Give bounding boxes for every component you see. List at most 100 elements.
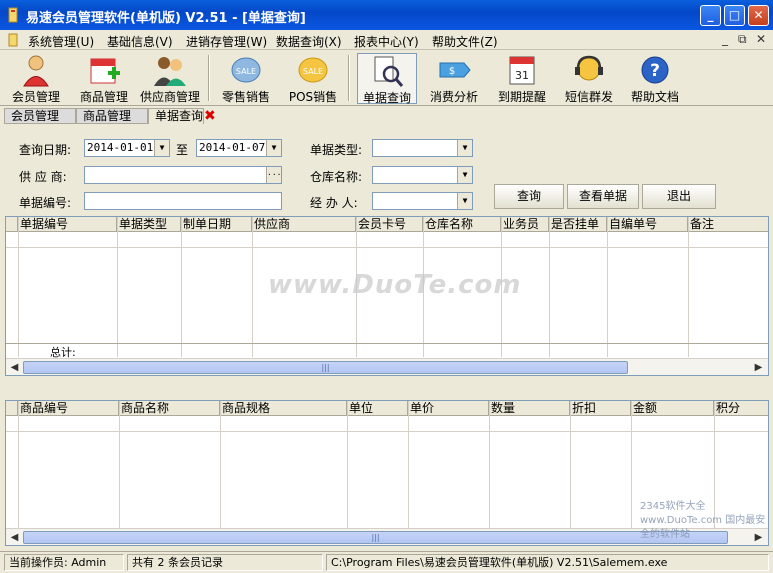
col-product-no[interactable]: 商品编号 bbox=[18, 401, 119, 416]
grid-line bbox=[631, 401, 632, 529]
toolbar-sms-label: 短信群发 bbox=[564, 90, 613, 104]
menu-data-query[interactable]: 数据查询(X) bbox=[276, 33, 342, 50]
toolbar-consume-analysis-button[interactable]: $ 消费分析 bbox=[425, 53, 483, 104]
mdi-tab-strip: 会员管理 商品管理 单据查询 bbox=[0, 107, 773, 125]
col-doc-type[interactable]: 单据类型 bbox=[117, 217, 181, 232]
view-doc-button[interactable]: 查看单据 bbox=[567, 184, 639, 209]
items-grid-header: 商品编号 商品名称 商品规格 单位 单价 数量 折扣 金额 积分 bbox=[6, 401, 768, 416]
minimize-button[interactable]: _ bbox=[700, 5, 721, 26]
tab-close-icon[interactable]: ✖ bbox=[204, 108, 216, 124]
date-from-picker[interactable]: 2014-01-01 ▼ bbox=[84, 139, 170, 157]
col-create-date[interactable]: 制单日期 bbox=[181, 217, 252, 232]
grid-line bbox=[570, 401, 571, 529]
mdi-restore-button[interactable]: ⧉ bbox=[738, 32, 747, 47]
tab-goods-management[interactable]: 商品管理 bbox=[76, 108, 148, 124]
warehouse-label: 仓库名称: bbox=[310, 170, 363, 184]
mdi-close-button[interactable]: ✕ bbox=[756, 32, 766, 46]
scroll-left-icon[interactable]: ◀ bbox=[7, 360, 22, 375]
toolbar-doc-query-button[interactable]: 单据查询 bbox=[357, 53, 417, 105]
date-to-picker[interactable]: 2014-01-07 ▼ bbox=[196, 139, 282, 157]
mdi-minimize-button[interactable]: _ bbox=[722, 32, 728, 46]
documents-hscrollbar[interactable]: ◀ ||| ▶ bbox=[6, 358, 768, 375]
scroll-left-icon[interactable]: ◀ bbox=[7, 530, 22, 545]
date-from-value: 2014-01-01 bbox=[87, 141, 154, 154]
col-warehouse[interactable]: 仓库名称 bbox=[423, 217, 501, 232]
handler-label: 经 办 人: bbox=[310, 196, 358, 210]
toolbar-member-button[interactable]: 会员管理 bbox=[6, 53, 66, 104]
row-indicator-header bbox=[6, 401, 18, 416]
svg-text:31: 31 bbox=[515, 69, 529, 82]
close-button[interactable]: ✕ bbox=[748, 5, 769, 26]
scroll-right-icon[interactable]: ▶ bbox=[751, 360, 766, 375]
col-custom-no[interactable]: 自编单号 bbox=[607, 217, 688, 232]
col-points[interactable]: 积分 bbox=[714, 401, 768, 416]
menu-inventory[interactable]: 进销存管理(W) bbox=[186, 33, 267, 50]
toolbar-expiry-reminder-button[interactable]: 31 到期提醒 bbox=[493, 53, 551, 104]
toolbar-goods-button[interactable]: 商品管理 bbox=[74, 53, 134, 104]
tab-doc-query[interactable]: 单据查询 bbox=[148, 108, 204, 124]
watermark-text: www.DuoTe.com bbox=[268, 270, 522, 300]
toolbar-pos-sale-button[interactable]: SALE POS销售 bbox=[285, 53, 341, 104]
menu-bar: 系统管理(U) 基础信息(V) 进销存管理(W) 数据查询(X) 报表中心(Y)… bbox=[0, 30, 773, 50]
col-doc-no[interactable]: 单据编号 bbox=[18, 217, 117, 232]
svg-text:?: ? bbox=[650, 61, 660, 81]
date-from-dropdown-icon[interactable]: ▼ bbox=[154, 140, 169, 156]
items-scroll-thumb[interactable]: ||| bbox=[23, 531, 728, 544]
menu-help[interactable]: 帮助文件(Z) bbox=[432, 33, 498, 50]
maximize-button[interactable]: □ bbox=[724, 5, 745, 26]
col-remark[interactable]: 备注 bbox=[688, 217, 768, 232]
toolbar-sms-button[interactable]: 短信群发 bbox=[560, 53, 618, 104]
svg-text:SALE: SALE bbox=[236, 67, 256, 76]
toolbar-supplier-button[interactable]: 供应商管理 bbox=[137, 53, 203, 104]
col-unit[interactable]: 单位 bbox=[347, 401, 408, 416]
consume-analysis-icon: $ bbox=[439, 62, 471, 78]
svg-text:SALE: SALE bbox=[303, 67, 323, 76]
warehouse-select[interactable]: ▼ bbox=[372, 166, 473, 184]
handler-select[interactable]: ▼ bbox=[372, 192, 473, 210]
menu-system[interactable]: 系统管理(U) bbox=[28, 33, 94, 50]
grid-line bbox=[18, 401, 19, 529]
handler-dropdown-icon[interactable]: ▼ bbox=[457, 193, 472, 209]
col-product-spec[interactable]: 商品规格 bbox=[220, 401, 347, 416]
mdi-child-icon[interactable] bbox=[6, 33, 20, 47]
supplier-browse-button[interactable]: ··· bbox=[266, 167, 281, 183]
doc-no-label: 单据编号: bbox=[19, 196, 72, 210]
col-product-name[interactable]: 商品名称 bbox=[119, 401, 220, 416]
doc-type-select[interactable]: ▼ bbox=[372, 139, 473, 157]
col-amount[interactable]: 金额 bbox=[631, 401, 714, 416]
col-discount[interactable]: 折扣 bbox=[570, 401, 631, 416]
col-supplier[interactable]: 供应商 bbox=[252, 217, 356, 232]
doc-no-input[interactable] bbox=[84, 192, 282, 210]
documents-scroll-thumb[interactable]: ||| bbox=[23, 361, 628, 374]
exit-button[interactable]: 退出 bbox=[642, 184, 716, 209]
query-button[interactable]: 查询 bbox=[494, 184, 564, 209]
grid-line bbox=[489, 401, 490, 529]
app-icon bbox=[8, 7, 18, 23]
doc-type-label: 单据类型: bbox=[310, 143, 363, 157]
toolbar-supplier-label: 供应商管理 bbox=[139, 90, 200, 104]
col-unit-price[interactable]: 单价 bbox=[408, 401, 489, 416]
supplier-input[interactable]: ··· bbox=[84, 166, 282, 184]
grid-line bbox=[117, 217, 118, 357]
col-member-card[interactable]: 会员卡号 bbox=[356, 217, 423, 232]
toolbar-help-doc-button[interactable]: ? 帮助文档 bbox=[626, 53, 684, 104]
date-to-value: 2014-01-07 bbox=[199, 141, 266, 154]
toolbar-help-doc-label: 帮助文档 bbox=[630, 90, 679, 104]
date-label: 查询日期: bbox=[19, 143, 72, 157]
toolbar-retail-sale-label: 零售销售 bbox=[221, 90, 270, 104]
toolbar: 会员管理 商品管理 供应商管理 SALE 零售销售 SALE POS销售 单据查… bbox=[0, 51, 773, 106]
svg-text:$: $ bbox=[449, 66, 455, 77]
warehouse-dropdown-icon[interactable]: ▼ bbox=[457, 167, 472, 183]
status-operator: 当前操作员: Admin bbox=[4, 554, 124, 571]
sms-icon bbox=[575, 55, 603, 81]
date-to-dropdown-icon[interactable]: ▼ bbox=[266, 140, 281, 156]
grid-line bbox=[252, 217, 253, 357]
col-salesman[interactable]: 业务员 bbox=[501, 217, 549, 232]
toolbar-retail-sale-button[interactable]: SALE 零售销售 bbox=[218, 53, 274, 104]
tab-member-management[interactable]: 会员管理 bbox=[4, 108, 76, 124]
col-quantity[interactable]: 数量 bbox=[489, 401, 570, 416]
menu-basic-info[interactable]: 基础信息(V) bbox=[107, 33, 173, 50]
col-is-pending[interactable]: 是否挂单 bbox=[549, 217, 607, 232]
menu-reports[interactable]: 报表中心(Y) bbox=[354, 33, 419, 50]
doc-type-dropdown-icon[interactable]: ▼ bbox=[457, 140, 472, 156]
